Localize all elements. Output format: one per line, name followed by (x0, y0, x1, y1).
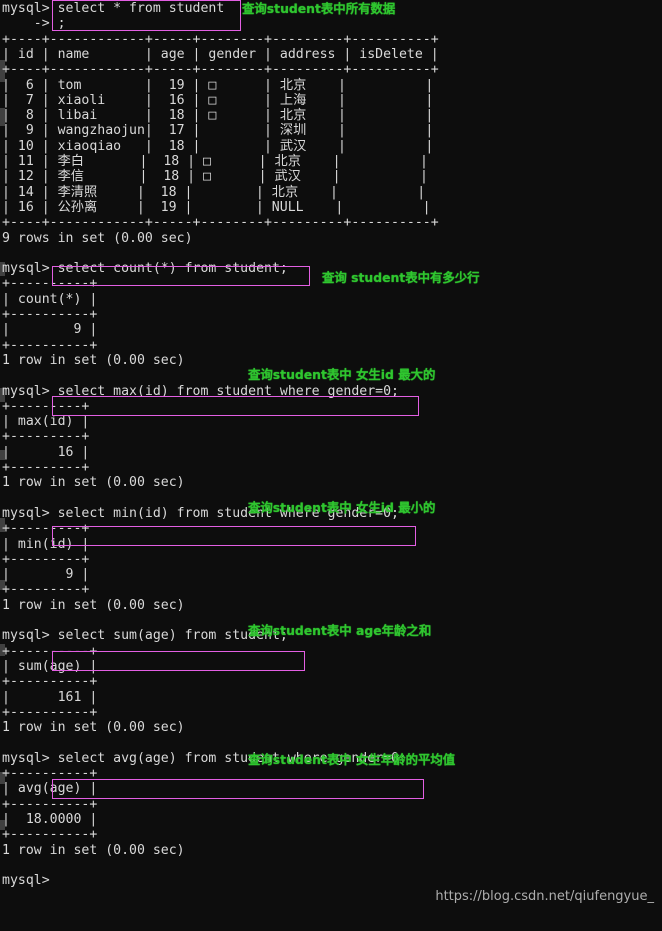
annotation-min: 查询student表中 女生id 最小的 (248, 500, 436, 515)
terminal-line-sep: +----------+ (2, 766, 98, 781)
terminal-line-row: | 161 | (2, 689, 98, 705)
annotation-count: 查询 student表中有多少行 (322, 270, 480, 285)
terminal-line-cmd: mysql> (2, 873, 50, 889)
terminal-line-row: | 7 | xiaoli | 16 | □ | 上海 | | (2, 92, 434, 108)
terminal-line-sep: +----+------------+-----+--------+------… (2, 62, 439, 78)
terminal-line-row: | 9 | wangzhaojun| 17 | | 深圳 | | (2, 123, 434, 139)
annotation-max: 查询student表中 女生id 最大的 (248, 367, 436, 382)
terminal-line-cmd: mysql> select * from student (2, 1, 225, 16)
cmd-box-min (52, 526, 416, 546)
terminal-line-status: 1 row in set (0.00 sec) (2, 720, 185, 736)
terminal-line-row: | 18.0000 | (2, 811, 98, 827)
terminal-line-sep: +---------+ (2, 460, 90, 475)
terminal-line-sep: +---------+ (2, 551, 90, 567)
terminal-line-status: 1 row in set (0.00 sec) (2, 597, 185, 613)
terminal-line-hdr: | avg(age) | (2, 781, 98, 797)
terminal-line-cmd: mysql> select max(id) from student where… (2, 383, 399, 399)
terminal-line-row: | 6 | tom | 19 | □ | 北京 | | (2, 77, 434, 93)
annotation-avg: 查询student表中 女生年龄的平均值 (248, 752, 456, 767)
terminal-line-row: | 16 | 公孙离 | 19 | | NULL | | (2, 199, 431, 215)
watermark-url: https://blog.csdn.net/qiufengyue_ (435, 888, 654, 904)
terminal-line-sep: +----------+ (2, 643, 98, 659)
terminal-line-status: 1 row in set (0.00 sec) (2, 475, 185, 491)
terminal-line-sep: +---------+ (2, 521, 90, 537)
terminal-line-hdr: | min(id) | (2, 536, 90, 552)
terminal-line-status: 1 row in set (0.00 sec) (2, 842, 185, 858)
terminal-line-cmd: -> ; (2, 16, 66, 32)
terminal-line-hdr: | count(*) | (2, 291, 98, 307)
cmd-box-max (52, 396, 419, 416)
terminal-line-row: | 9 | (2, 567, 90, 583)
terminal-line-sep: +---------+ (2, 429, 90, 445)
cmd-box-avg (52, 779, 424, 799)
terminal-line-sep: +---------+ (2, 582, 90, 598)
terminal-line-row: | 9 | (2, 322, 98, 338)
annotation-select-all: 查询student表中所有数据 (242, 1, 396, 16)
mysql-terminal-window: mysql> select * from student -> ; +----+-… (0, 0, 662, 931)
terminal-line-sep: +----------+ (2, 704, 98, 720)
terminal-line-sep: +----------+ (2, 276, 98, 292)
terminal-line-hdr: | id | name | age | gender | address | i… (2, 46, 439, 62)
terminal-line-row: | 8 | libai | 18 | □ | 北京 | | (2, 108, 434, 124)
terminal-line-cmd: mysql> select count(*) from student; (2, 261, 288, 277)
terminal-line-sep: +----------+ (2, 307, 98, 322)
terminal-line-sep: +----------+ (2, 337, 98, 353)
terminal-line-status: 9 rows in set (0.00 sec) (2, 230, 193, 246)
terminal-line-row: | 10 | xiaoqiao | 18 | | 武汉 | | (2, 138, 434, 154)
terminal-line-sep: +----------+ (2, 827, 98, 843)
terminal-line-hdr: | sum(age) | (2, 658, 98, 674)
terminal-line-row: | 12 | 李信 | 18 | □ | 武汉 | | (2, 169, 428, 185)
terminal-line-row: | 14 | 李清照 | 18 | | 北京 | | (2, 184, 426, 200)
terminal-line-sep: +----------+ (2, 674, 98, 690)
terminal-line-row: | 16 | (2, 444, 90, 460)
terminal-line-sep: +---------+ (2, 398, 90, 414)
terminal-line-cmd: mysql> select sum(age) from student; (2, 628, 288, 644)
terminal-line-sep: +----+------------+-----+--------+------… (2, 31, 439, 47)
terminal-line-sep: +----------+ (2, 796, 98, 812)
terminal-line-hdr: | max(id) | (2, 414, 90, 430)
annotation-sum: 查询student表中 age年龄之和 (248, 623, 432, 638)
terminal-line-sep: +----+------------+-----+--------+------… (2, 215, 439, 231)
terminal-line-status: 1 row in set (0.00 sec) (2, 352, 185, 368)
terminal-line-row: | 11 | 李白 | 18 | □ | 北京 | | (2, 154, 428, 169)
